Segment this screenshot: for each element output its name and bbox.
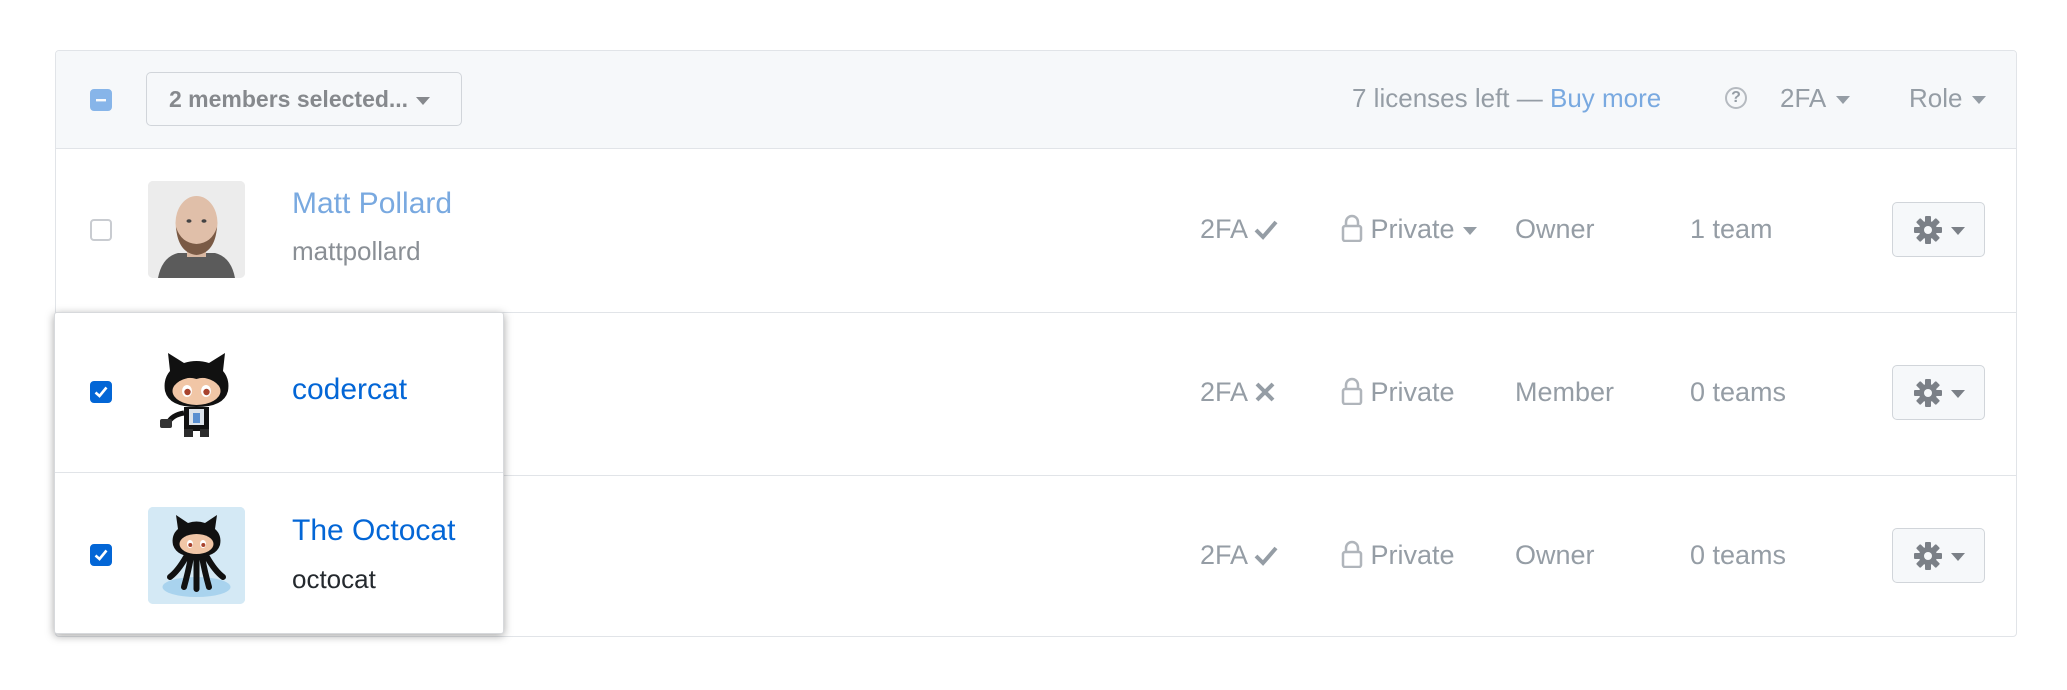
x-icon: [1255, 382, 1275, 402]
question-icon[interactable]: ?: [1725, 87, 1747, 109]
visibility-dropdown[interactable]: Private: [1341, 214, 1477, 245]
gear-icon: [1914, 216, 1942, 244]
member-checkbox[interactable]: [90, 544, 112, 566]
buy-more-link[interactable]: Buy more: [1550, 83, 1661, 113]
visibility-status: Private: [1341, 377, 1455, 408]
two-factor-status: 2FA: [1200, 540, 1278, 571]
member-name[interactable]: codercat: [292, 373, 407, 407]
two-factor-label: 2FA: [1200, 214, 1247, 244]
caret-down-icon: [1951, 227, 1965, 235]
visibility-status: Private: [1341, 540, 1455, 571]
selection-label: 2 members selected...: [169, 86, 409, 112]
select-all-checkbox[interactable]: [90, 89, 112, 111]
selected-members-highlight: codercat The Octocat octocat: [54, 312, 504, 634]
member-settings-button[interactable]: [1892, 528, 1985, 583]
filter-2fa-dropdown[interactable]: 2FA: [1780, 83, 1851, 114]
two-factor-status: 2FA: [1200, 377, 1276, 408]
member-role: Member: [1515, 377, 1615, 407]
member-teams[interactable]: 0 teams: [1690, 377, 1786, 408]
caret-down-icon: [416, 96, 431, 105]
filter-2fa-label: 2FA: [1780, 83, 1827, 113]
avatar: [148, 181, 245, 278]
visibility-label: Private: [1370, 377, 1455, 407]
member-checkbox[interactable]: [90, 219, 112, 241]
visibility-label: Private: [1370, 214, 1455, 244]
two-factor-status: 2FA: [1200, 214, 1278, 245]
caret-down-icon: [1951, 553, 1965, 561]
member-login: octocat: [292, 564, 376, 594]
member-login: mattpollard: [292, 236, 421, 266]
caret-down-icon: [1972, 96, 1987, 105]
octocat-avatar: [148, 345, 245, 442]
row-divider: [55, 472, 503, 473]
lock-icon: [1341, 214, 1363, 243]
members-toolbar: 2 members selected... 7 licenses left — …: [56, 51, 2016, 149]
member-name[interactable]: The Octocat: [292, 514, 455, 548]
member-name[interactable]: Matt Pollard: [292, 187, 452, 221]
octocat-avatar: [148, 507, 245, 604]
check-icon: [1254, 546, 1278, 566]
lock-icon: [1341, 540, 1363, 569]
member-teams[interactable]: 0 teams: [1690, 540, 1786, 571]
caret-down-icon: [1951, 390, 1965, 398]
caret-down-icon: [1836, 96, 1851, 105]
licenses-info: 7 licenses left — Buy more: [1352, 83, 1661, 114]
filter-role-dropdown[interactable]: Role: [1909, 83, 1987, 114]
member-row: Matt Pollard mattpollard 2FA Private Own…: [56, 149, 2016, 313]
check-icon: [1254, 220, 1278, 240]
member-checkbox[interactable]: [90, 381, 112, 403]
member-teams[interactable]: 1 team: [1690, 214, 1773, 245]
visibility-label: Private: [1370, 540, 1455, 570]
two-factor-label: 2FA: [1200, 540, 1247, 570]
member-settings-button[interactable]: [1892, 365, 1985, 420]
caret-down-icon: [1462, 226, 1477, 235]
member-role: Owner: [1515, 214, 1595, 244]
lock-icon: [1341, 377, 1363, 406]
member-role: Owner: [1515, 540, 1595, 570]
bulk-actions-dropdown[interactable]: 2 members selected...: [146, 72, 462, 126]
gear-icon: [1914, 379, 1942, 407]
two-factor-label: 2FA: [1200, 377, 1247, 407]
filter-role-label: Role: [1909, 83, 1963, 113]
member-settings-button[interactable]: [1892, 202, 1985, 257]
licenses-text: 7 licenses left —: [1352, 83, 1543, 113]
gear-icon: [1914, 542, 1942, 570]
